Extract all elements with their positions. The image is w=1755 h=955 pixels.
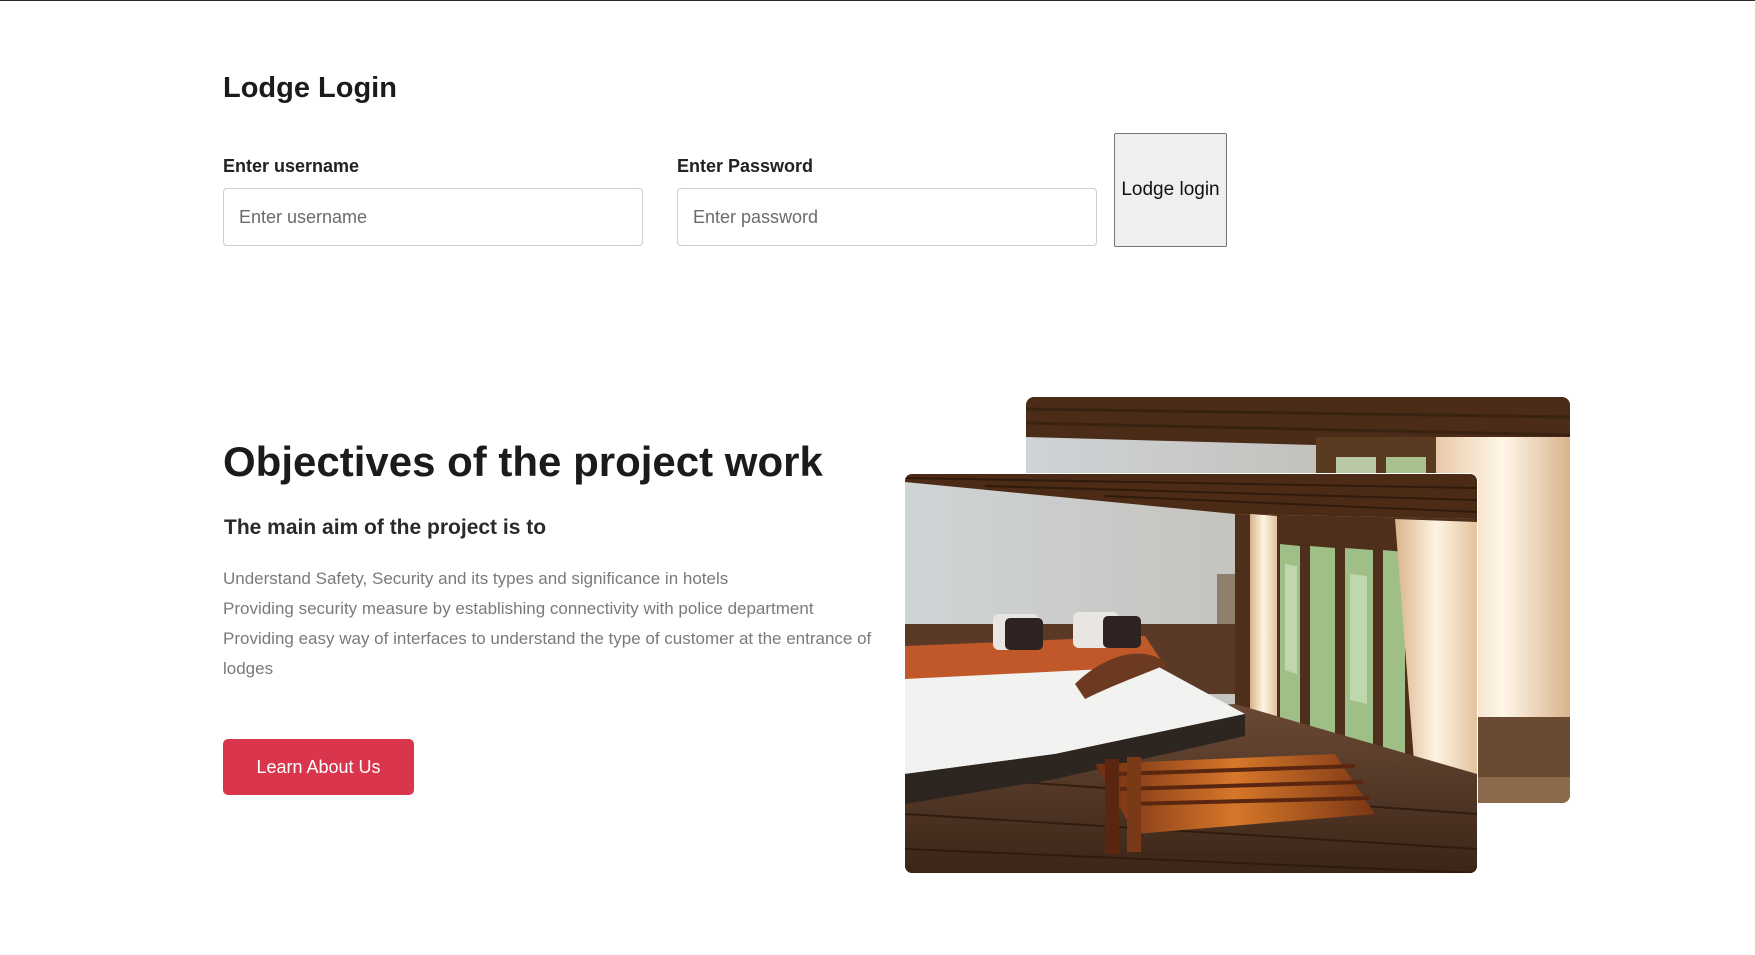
lodge-login-button[interactable]: Lodge login [1114,133,1227,247]
objective-item: Providing security measure by establishi… [223,599,814,618]
password-label: Enter Password [677,156,814,176]
objectives-title: Objectives of the project work [223,438,823,485]
top-border [0,0,1755,1]
username-input[interactable] [223,188,643,246]
hotel-room-photo-front [904,473,1478,874]
objectives-subtitle: The main aim of the project is to [224,516,547,539]
username-label: Enter username [223,156,360,176]
objective-item: Understand Safety, Security and its type… [223,569,729,588]
learn-about-us-button[interactable]: Learn About Us [223,739,414,795]
password-input[interactable] [677,188,1097,246]
objectives-list: Understand Safety, Security and its type… [223,564,883,684]
login-title: Lodge Login [223,72,397,104]
objective-item: Providing easy way of interfaces to unde… [223,629,872,678]
